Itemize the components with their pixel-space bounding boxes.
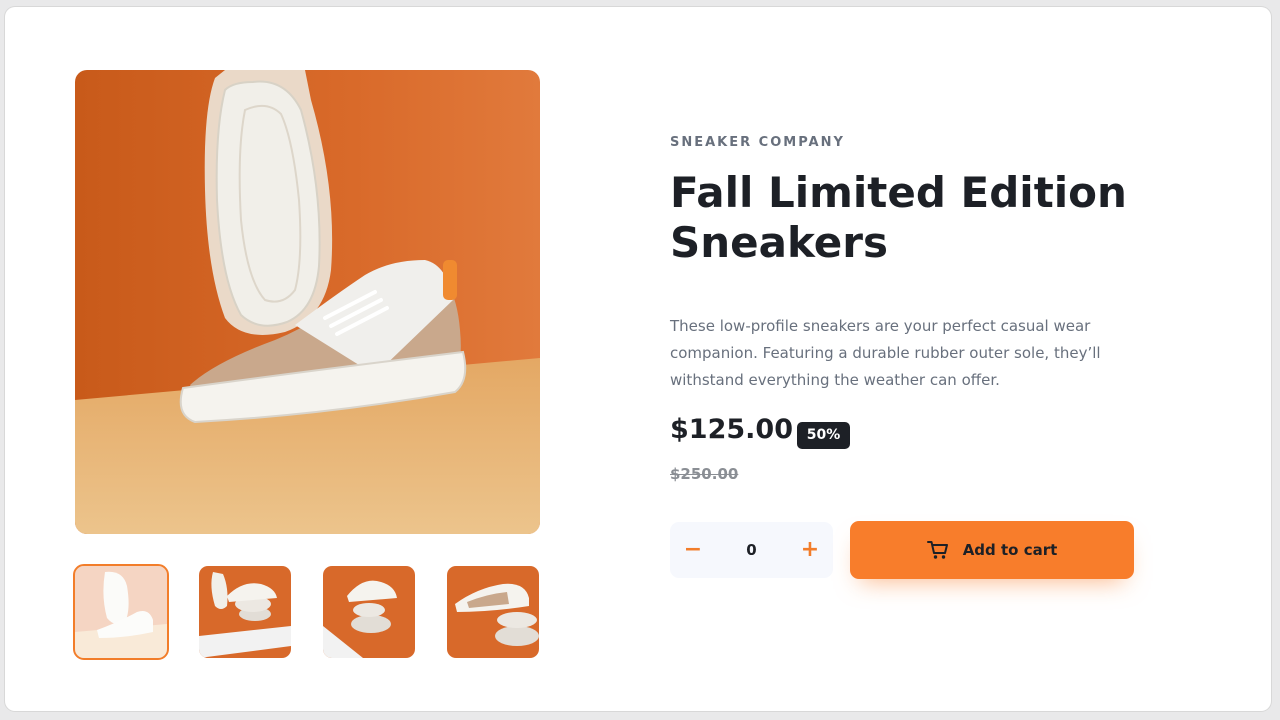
main-product-image[interactable] [75, 70, 540, 534]
increase-quantity-button[interactable]: + [787, 522, 833, 578]
quantity-stepper: − 0 + [670, 522, 833, 578]
minus-icon: − [683, 537, 703, 562]
thumbnail-4[interactable] [447, 566, 539, 658]
thumbnail-1-image [75, 566, 167, 658]
thumbnail-2-image [199, 566, 291, 658]
current-price: $125.00 [670, 414, 793, 445]
quantity-value: 0 [746, 541, 757, 559]
discount-badge: 50% [797, 422, 850, 449]
product-description: These low-profile sneakers are your perf… [670, 317, 1101, 389]
add-to-cart-button[interactable]: Add to cart [850, 521, 1134, 579]
product-title: Fall Limited Edition Sneakers [670, 168, 1127, 267]
thumbnail-2[interactable] [199, 566, 291, 658]
cart-icon [926, 541, 948, 559]
company-name: SNEAKER COMPANY [670, 135, 845, 150]
thumbnail-1[interactable] [73, 564, 169, 660]
decrease-quantity-button[interactable]: − [670, 522, 716, 578]
original-price: $250.00 [670, 465, 739, 483]
thumbnail-3[interactable] [323, 566, 415, 658]
sneaker-photo [75, 70, 540, 534]
plus-icon: + [800, 537, 820, 562]
thumbnail-4-image [447, 566, 539, 658]
add-to-cart-label: Add to cart [962, 541, 1058, 559]
thumbnail-3-image [323, 566, 415, 658]
